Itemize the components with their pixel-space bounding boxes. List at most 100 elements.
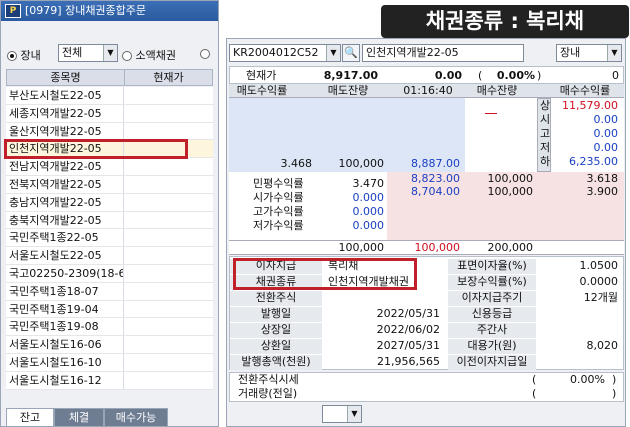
hdr-sell-yield: 매도수익률	[236, 84, 288, 97]
bond-type-banner: 채권종류 : 복리채	[381, 5, 629, 38]
radio-on-icon	[7, 51, 17, 61]
current-price: 8,917.00	[323, 69, 378, 82]
stat-label: 저가수익률	[253, 219, 304, 232]
side-label: 시	[540, 113, 551, 126]
side-value: 11,579.00	[562, 99, 618, 112]
info-label: 발행일	[230, 307, 322, 322]
radio-off-icon	[200, 49, 210, 59]
total-sell: 100,000	[338, 241, 385, 254]
bond-name: 국민주택1종19-08	[6, 318, 124, 336]
bond-name: 세종지역개발22-05	[6, 104, 124, 122]
small-bond-radio[interactable]: 소액채권	[122, 47, 176, 63]
info-label: 전환주식	[230, 291, 322, 306]
bond-name: 국민주택1종22-05	[6, 229, 124, 247]
bond-list-item[interactable]: 서울도시철도16-06	[6, 336, 213, 354]
volume-label: 거래량(전일)	[238, 387, 298, 400]
side-value: 0.00	[593, 127, 619, 140]
chevron-down-icon: ▼	[326, 45, 340, 61]
order-type-select[interactable]: ▼	[322, 405, 362, 423]
bond-name: 서울도시철도22-05	[6, 247, 124, 264]
stat-label: 민평수익률	[253, 177, 304, 190]
tab-balance[interactable]: 잔고	[6, 408, 54, 427]
market-select[interactable]: 장내 ▼	[556, 44, 622, 62]
price-change: 0.00	[434, 69, 462, 82]
info-label: 발행총액(천원)	[230, 355, 322, 370]
bond-list-item[interactable]: 서울도시철도16-12	[6, 371, 213, 390]
info-value: 8,020	[586, 339, 619, 352]
hdr-sell-qty: 매도잔량	[327, 84, 369, 97]
info-label: 표면이자율(%)	[448, 259, 536, 274]
tab-buyable[interactable]: 매수가능	[104, 408, 168, 427]
buy-qty-1: 100,000	[487, 172, 534, 185]
paren-open: (	[532, 387, 537, 400]
bond-name: 충북지역개발22-05	[6, 211, 124, 229]
price-label: 현재가	[246, 69, 277, 82]
bond-name: 서울도시철도16-12	[6, 371, 124, 389]
category-select-value: 전체	[62, 46, 83, 59]
change-rate: 0.00%	[496, 69, 535, 82]
search-icon[interactable]: 🔍	[342, 44, 360, 62]
total-buy: 200,000	[487, 241, 534, 254]
paren-close: )	[612, 387, 617, 400]
category-select[interactable]: 전체 ▼	[58, 44, 118, 62]
market-radio[interactable]: 장내	[7, 47, 41, 63]
bond-list-item[interactable]: 서울도시철도16-10	[6, 353, 213, 372]
buy-price-1: 8,823.00	[411, 172, 460, 185]
info-label: 주간사	[448, 323, 536, 338]
hdr-buy-yield: 매수수익률	[559, 84, 611, 97]
side-value: 0.00	[593, 141, 619, 154]
bond-name: 국고02250-2309(18-6)	[6, 264, 124, 282]
chevron-down-icon: ▼	[607, 45, 621, 61]
tab-executed[interactable]: 체결	[54, 408, 104, 427]
bond-name: 국민주택1종18-07	[6, 282, 124, 300]
bond-list-item[interactable]: 충북지역개발22-05	[6, 211, 213, 230]
stat-label: 시가수익률	[253, 191, 304, 204]
bond-list-item[interactable]: 전남지역개발22-05	[6, 158, 213, 176]
extra-radio[interactable]	[200, 47, 210, 60]
chevron-down-icon: ▼	[347, 406, 361, 422]
sell-qty: 100,000	[338, 157, 385, 170]
sell-marker	[485, 113, 497, 114]
sell-price: 8,887.00	[411, 157, 460, 170]
col-price-header: 현재가	[153, 71, 184, 84]
bottom-tabs: 잔고 체결 매수가능	[6, 408, 213, 427]
small-bond-radio-label: 소액채권	[135, 49, 176, 62]
code-input[interactable]: KR2004012C52 ▼	[229, 44, 341, 62]
bond-list: 부산도시철도22-05 세종지역개발22-05 울산지역개발22-05 인천지역개발2…	[6, 87, 213, 390]
stat-value: 0.000	[352, 205, 385, 218]
col-name-header: 종목명	[7, 70, 125, 85]
side-value: 6,235.00	[569, 155, 618, 168]
stat-value: 0.000	[352, 219, 385, 232]
side-value: 0.00	[593, 113, 619, 126]
bond-list-item[interactable]: 울산지역개발22-05	[6, 122, 213, 141]
bond-list-item[interactable]: 국민주택1종18-07	[6, 282, 213, 301]
stat-value: 3.470	[352, 177, 385, 190]
info-value: 2027/05/31	[376, 339, 440, 352]
bond-list-item[interactable]: 서울도시철도22-05	[6, 247, 213, 265]
bond-list-item[interactable]: 전북지역개발22-05	[6, 175, 213, 194]
buy-yield-2: 3.900	[586, 185, 619, 198]
buy-qty-2: 100,000	[487, 185, 534, 198]
info-value: 12개월	[583, 291, 618, 304]
bond-list-item[interactable]: 국고02250-2309(18-6)	[6, 264, 213, 283]
buy-price-2: 8,704.00	[411, 185, 460, 198]
bond-list-item[interactable]: 국민주택1종19-04	[6, 300, 213, 319]
bond-list-item[interactable]: 국민주택1종19-08	[6, 318, 213, 337]
info-label: 상장일	[230, 323, 322, 338]
bond-name: 서울도시철도16-10	[6, 353, 124, 371]
paren-open: (	[478, 69, 483, 82]
side-label: 고	[540, 127, 551, 140]
chevron-down-icon: ▼	[103, 45, 117, 61]
hdr-time: 01:16:40	[403, 84, 453, 97]
bond-list-item[interactable]: 충남지역개발22-05	[6, 193, 213, 212]
info-value: 2022/05/31	[376, 307, 440, 320]
bond-name: 충남지역개발22-05	[6, 193, 124, 211]
bond-name: 전남지역개발22-05	[6, 158, 124, 175]
paren-open: (	[532, 373, 537, 386]
paren-close: )	[612, 373, 617, 386]
bond-list-item[interactable]: 국민주택1종22-05	[6, 229, 213, 248]
left-title-bar: P [0979] 장내채권종합주문	[1, 1, 218, 21]
hdr-buy-qty: 매수잔량	[476, 84, 518, 97]
bond-list-item[interactable]: 세종지역개발22-05	[6, 104, 213, 123]
bond-list-item[interactable]: 부산도시철도22-05	[6, 87, 213, 105]
